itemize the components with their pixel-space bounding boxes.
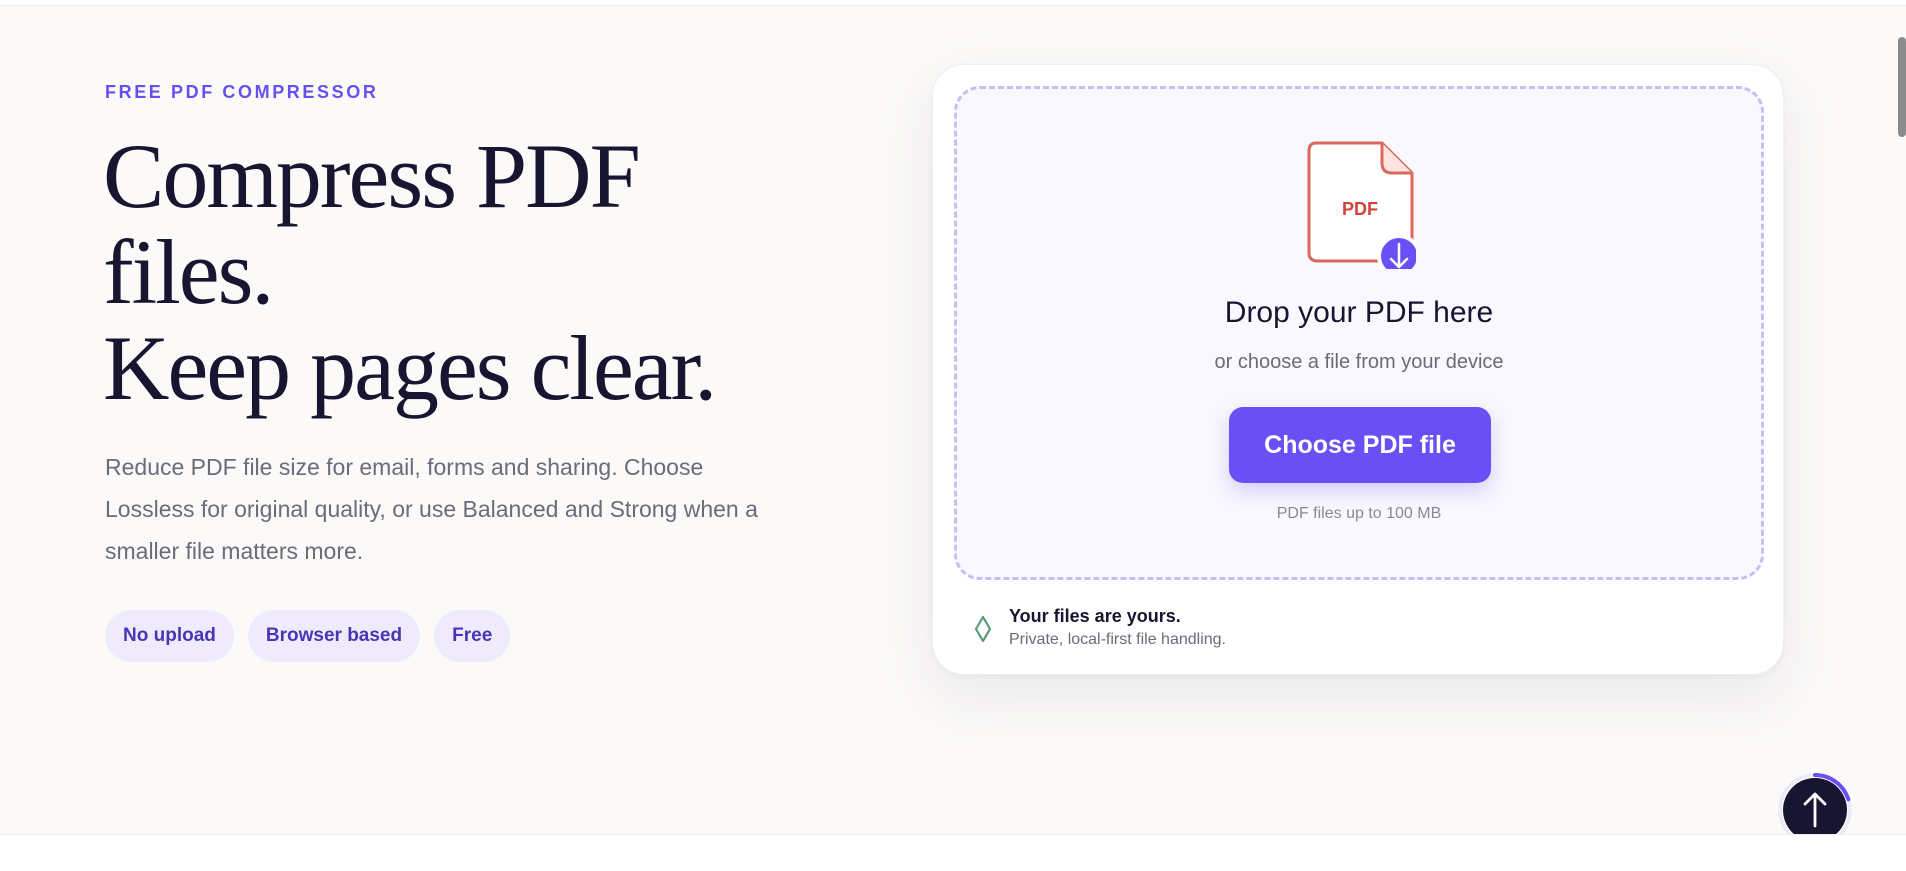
privacy-note: Your files are yours. Private, local-fir… [973,604,1226,652]
upload-card: PDF Drop your PDF here or choose a file … [932,64,1784,675]
arrow-down-icon [1377,234,1416,269]
chip-free: Free [434,610,511,662]
next-section-edge [0,834,1906,871]
drop-subtitle: or choose a file from your device [1214,351,1504,373]
top-section-edge [0,0,1906,6]
drop-title: Drop your PDF here [1224,296,1494,329]
choose-pdf-button[interactable]: Choose PDF file [1229,407,1491,483]
hero-title-line-2: files. [103,221,274,323]
pdf-file-icon: PDF [1307,141,1416,269]
chip-browser-based: Browser based [247,610,421,662]
privacy-subtitle: Private, local-first file handling. [1009,631,1226,648]
privacy-text: Your files are yours. Private, local-fir… [1009,604,1226,652]
hero-eyebrow: FREE PDF COMPRESSOR [105,82,379,102]
file-size-limit: PDF files up to 100 MB [1276,505,1442,522]
hero-description: Reduce PDF file size for email, forms an… [105,454,758,564]
diamond-icon [974,615,992,643]
pdf-icon-label: PDF [1342,199,1378,219]
hero-title: Compress PDF files. Keep pages clear. [103,128,803,416]
pdf-dropzone[interactable]: PDF Drop your PDF here or choose a file … [954,86,1764,580]
hero-title-line-1: Compress PDF [103,125,641,227]
hero-title-line-3: Keep pages clear. [103,317,717,419]
feature-chips: No upload Browser based Free [105,610,511,662]
chip-no-upload: No upload [105,610,234,662]
scrollbar-thumb[interactable] [1898,37,1906,137]
page-scrollbar[interactable] [1896,0,1906,871]
privacy-title: Your files are yours. [1009,606,1181,626]
